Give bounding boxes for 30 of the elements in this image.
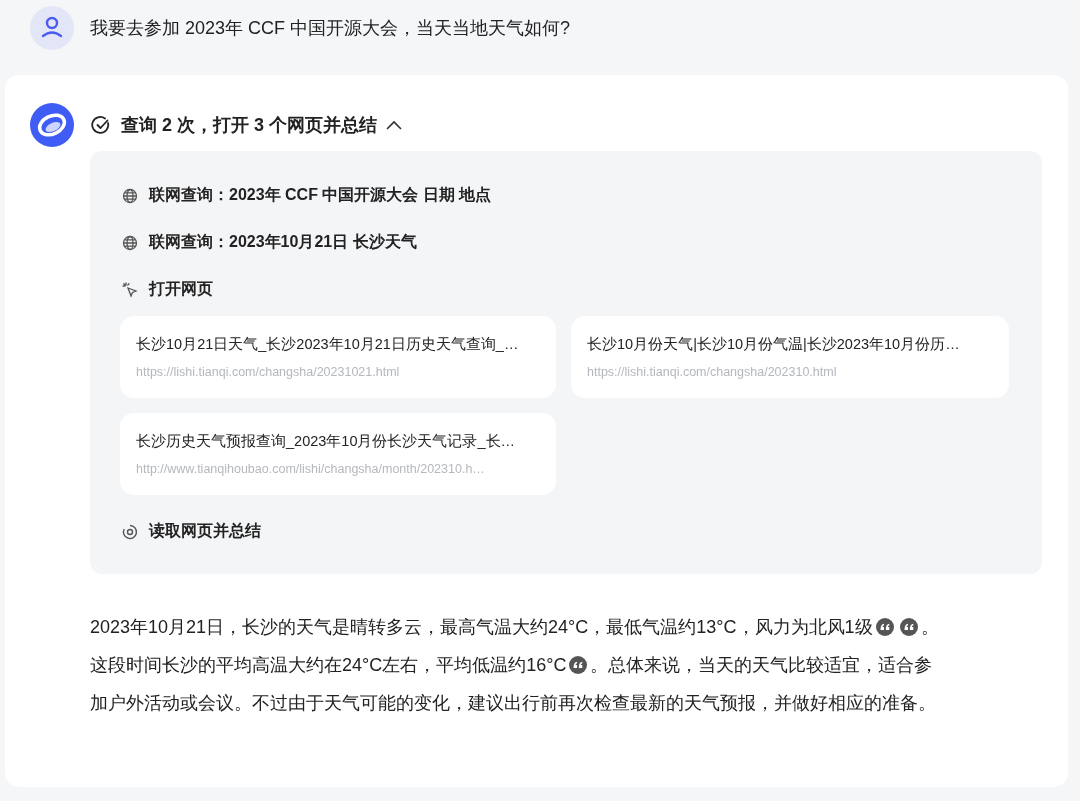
answer-text: 。总体来说，当天的天气比较适宜，适合参	[590, 654, 933, 677]
answer-text: 加户外活动或会议。不过由于天气可能的变化，建议出行前再次检查最新的天气预报，并做好相应的准备。	[90, 692, 936, 715]
spinner-icon	[122, 523, 138, 540]
user-message: 我要去参加 2023年 CCF 中国开源大会，当天当地天气如何?	[90, 17, 571, 40]
chevron-up-icon	[385, 119, 404, 131]
user-avatar-icon	[30, 6, 74, 50]
webpage-title: 长沙历史天气预报查询_2023年10月份长沙天气记录_长…	[136, 432, 516, 451]
webpage-url: https://lishi.tianqi.com/changsha/202310.html	[587, 365, 838, 379]
webpage-card[interactable]: 长沙10月21日天气_长沙2023年10月21日历史天气查询_… https://lishi.tianqi.com/changsha/20231021.html	[120, 316, 556, 398]
webpage-card[interactable]: 长沙10月份天气|长沙10月份气温|长沙2023年10月份历… https://lishi.tianqi.com/changsha/202310.html	[571, 316, 1009, 398]
citation-quote-icon[interactable]	[875, 618, 894, 636]
step-label: 联网查询：2023年10月21日 长沙天气	[149, 232, 417, 252]
assistant-logo-icon	[30, 103, 74, 147]
step-label: 读取网页并总结	[149, 521, 261, 541]
answer-text: 2023年10月21日，长沙的天气是晴转多云，最高气温大约24°C，最低气温约13°C，风力为北风1级	[90, 616, 873, 639]
webpage-title: 长沙10月21日天气_长沙2023年10月21日历史天气查询_…	[136, 335, 520, 354]
webpage-card[interactable]: 长沙历史天气预报查询_2023年10月份长沙天气记录_长… http://www.tianqihoubao.com/lishi/changsha/month/202310.h…	[120, 413, 556, 495]
webpage-title: 长沙10月份天气|长沙10月份气温|长沙2023年10月份历…	[587, 335, 961, 354]
summary-toggle[interactable]: 查询 2 次，打开 3 个网页并总结	[91, 113, 404, 137]
webpage-url: http://www.tianqihoubao.com/lishi/changsha/month/202310.h…	[136, 462, 486, 476]
answer-text: 。	[920, 616, 939, 639]
citation-quote-icon[interactable]	[569, 656, 588, 674]
step-label: 打开网页	[149, 279, 213, 299]
step-label: 联网查询：2023年 CCF 中国开源大会 日期 地点	[149, 185, 492, 205]
globe-icon	[122, 234, 138, 251]
webpage-url: https://lishi.tianqi.com/changsha/20231021.html	[136, 365, 401, 379]
answer-text: 这段时间长沙的平均高温大约在24°C左右，平均低温约16°C	[90, 654, 567, 677]
cursor-click-icon	[122, 281, 138, 298]
citation-quote-icon[interactable]	[899, 618, 918, 636]
globe-icon	[122, 187, 138, 204]
